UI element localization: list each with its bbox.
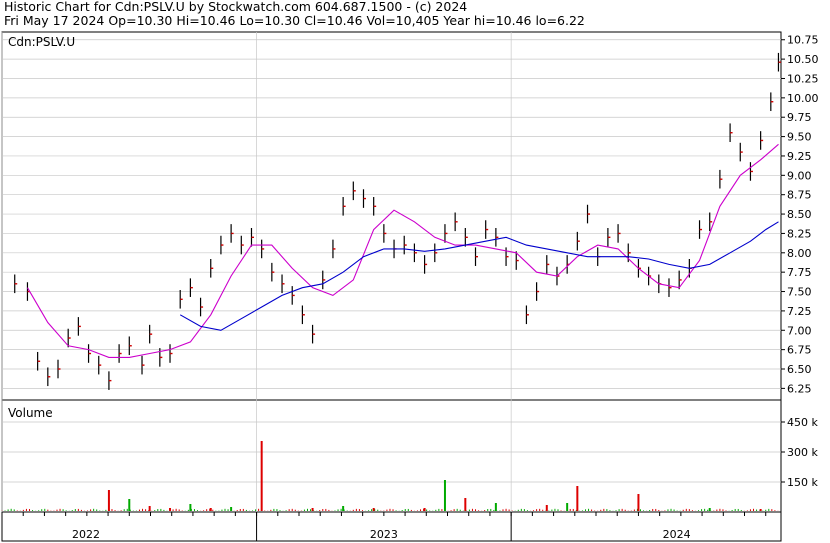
price-tick-label: 6.25 [787,382,812,395]
year-label: 2022 [72,528,100,541]
price-tick-label: 7.00 [787,324,812,337]
volume-tick-label: 450 k [787,416,818,429]
price-tick-label: 10.50 [787,53,819,66]
price-tick-label: 10.75 [787,34,819,47]
volume-tick-label: 150 k [787,476,818,489]
price-tick-label: 7.75 [787,266,812,279]
price-tick-label: 9.50 [787,131,812,144]
year-label: 2023 [370,528,398,541]
price-tick-label: 8.75 [787,189,812,202]
price-tick-label: 10.25 [787,72,819,85]
price-tick-label: 9.00 [787,169,812,182]
volume-panel-label: Volume [8,406,53,420]
price-tick-label: 8.50 [787,208,812,221]
price-tick-label: 8.25 [787,227,812,240]
price-tick-label: 7.50 [787,286,812,299]
price-tick-label: 6.50 [787,363,812,376]
price-tick-label: 9.75 [787,111,812,124]
stockwatch-chart-window: Historic Chart for Cdn:PSLV.U by Stockwa… [0,0,830,543]
price-tick-label: 7.25 [787,305,812,318]
price-tick-label: 10.00 [787,92,819,105]
price-tick-label: 6.75 [787,344,812,357]
year-label: 2024 [663,528,691,541]
price-tick-label: 9.25 [787,150,812,163]
volume-panel-frame [1,399,782,513]
price-tick-label: 8.00 [787,247,812,260]
price-volume-chart: 10.75 10.50 10.25 10.00 9.75 9.50 9.25 9.00 8.75… [1,31,819,542]
price-panel-label: Cdn:PSLV.U [8,35,75,49]
volume-tick-label: 300 k [787,446,818,459]
